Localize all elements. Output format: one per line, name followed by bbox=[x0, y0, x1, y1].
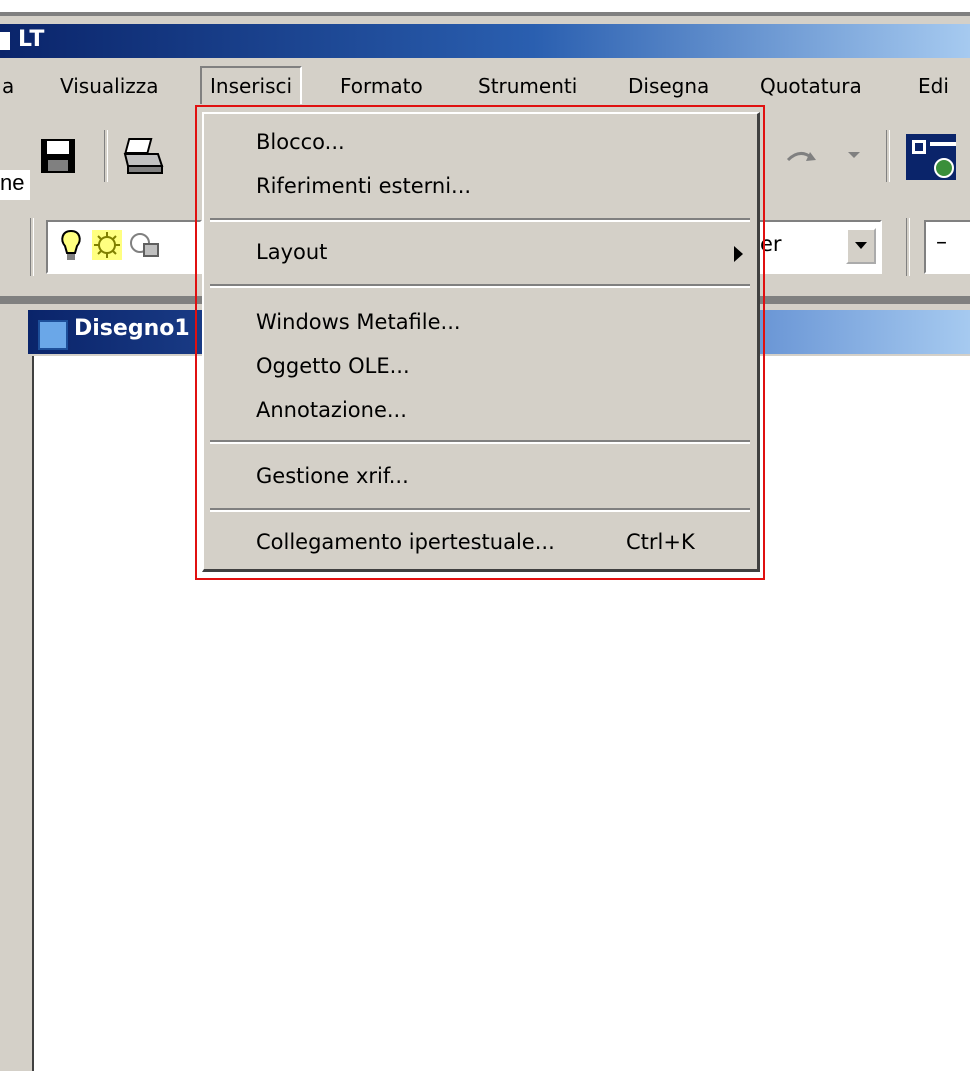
title-bar[interactable]: LT bbox=[0, 24, 970, 58]
lightbulb-icon[interactable] bbox=[56, 228, 86, 264]
sun-freeze-icon[interactable] bbox=[92, 230, 122, 260]
menu-visualizza[interactable]: Visualizza bbox=[60, 74, 159, 98]
linetype-value: – bbox=[936, 230, 947, 255]
app-icon-fragment bbox=[0, 32, 10, 50]
menu-formato[interactable]: Formato bbox=[340, 74, 423, 98]
save-icon[interactable] bbox=[38, 136, 78, 176]
menu-edit-fragment[interactable]: Edi bbox=[918, 74, 949, 98]
application-window: LT a Visualizza Inserisci Formato Strume… bbox=[0, 0, 970, 1071]
toolbar-grip bbox=[906, 218, 910, 276]
layer-control-combo[interactable] bbox=[46, 220, 202, 274]
side-label-fragment: ne bbox=[0, 170, 30, 200]
redo-dropdown-icon[interactable] bbox=[848, 152, 860, 158]
drawing-document-icon bbox=[38, 320, 68, 350]
menu-disegna[interactable]: Disegna bbox=[628, 74, 709, 98]
menu-quotatura[interactable]: Quotatura bbox=[760, 74, 862, 98]
toolbar-grip bbox=[30, 218, 34, 276]
chevron-down-icon[interactable] bbox=[846, 228, 876, 264]
annotation-highlight-box bbox=[195, 105, 765, 580]
toolbar-separator bbox=[886, 130, 890, 182]
layer-name-combo[interactable]: er bbox=[752, 220, 882, 274]
layer-lock-icon[interactable] bbox=[128, 230, 168, 260]
drawing-title: Disegno1 bbox=[74, 316, 190, 341]
print-icon[interactable] bbox=[122, 136, 164, 176]
toolbar-separator bbox=[104, 130, 108, 182]
menu-file-fragment[interactable]: a bbox=[2, 74, 14, 98]
redo-icon[interactable] bbox=[782, 142, 822, 182]
window-title: LT bbox=[18, 27, 46, 52]
design-center-icon[interactable] bbox=[906, 134, 956, 180]
linetype-combo[interactable]: – bbox=[924, 220, 970, 274]
menu-strumenti[interactable]: Strumenti bbox=[478, 74, 577, 98]
menu-inserisci[interactable]: Inserisci bbox=[200, 66, 303, 104]
menu-bar: a Visualizza Inserisci Formato Strumenti… bbox=[0, 62, 970, 108]
window-top-border bbox=[0, 0, 970, 16]
